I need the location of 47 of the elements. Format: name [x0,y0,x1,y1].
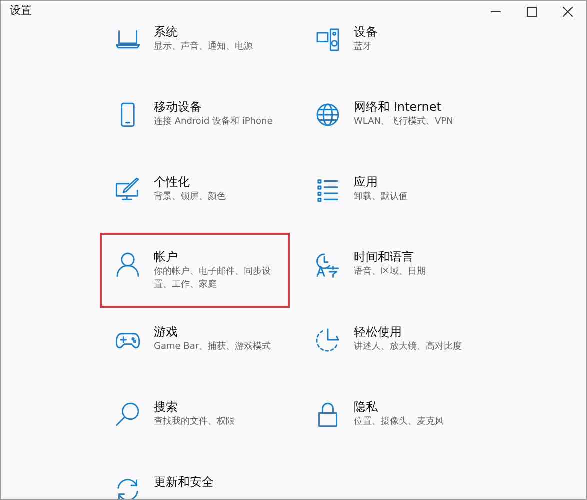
settings-tile[interactable]: 搜索 查找我的文件、权限 [100,393,300,435]
tile-description: 蓝牙 [354,41,373,54]
settings-tile[interactable]: 游戏 Game Bar、捕获、游戏模式 [100,318,300,360]
settings-tile[interactable]: 移动设备 连接 Android 设备和 iPhone [100,93,300,135]
clock-arrow-icon [314,326,342,354]
tile-title: 游戏 [154,324,179,340]
close-icon[interactable] [563,7,573,17]
settings-tile[interactable]: 帐户 你的帐户、电子邮件、同步设置、工作、家庭 [100,233,290,308]
tile-title: 更新和安全 [154,474,214,490]
tile-title: 设备 [354,24,378,40]
settings-tile[interactable]: 隐私 位置、摄像头、麦克风 [300,393,500,435]
tile-description: 显示、声音、通知、电源 [154,41,253,54]
tile-title: 帐户 [154,249,179,265]
settings-tile[interactable]: 时间和语言 语音、区域、日期 [300,243,500,285]
tile-title: 时间和语言 [354,249,415,265]
tile-description: 卸载、默认值 [354,191,408,204]
tile-title: 应用 [354,174,379,190]
settings-tile[interactable]: 网络和 Internet WLAN、飞行模式、VPN [300,93,500,135]
tile-title: 轻松使用 [354,324,403,340]
window-title: 设置 [10,5,32,16]
tile-description: 背景、锁屏、颜色 [154,191,226,204]
tile-description: 连接 Android 设备和 iPhone [154,116,273,129]
keyboard-speaker-icon [314,26,342,54]
tile-description: 讲述人、放大镜、高对比度 [354,341,462,354]
tile-description: WLAN、飞行模式、VPN [354,116,454,129]
tile-title: 系统 [154,24,179,40]
settings-tile[interactable]: 轻松使用 讲述人、放大镜、高对比度 [300,318,500,360]
clock-language-icon [314,251,342,279]
tile-description: 位置、摄像头、麦克风 [354,416,444,429]
settings-tile[interactable]: 个性化 背景、锁屏、颜色 [100,168,300,210]
person-icon [114,251,142,279]
settings-tile[interactable]: 系统 显示、声音、通知、电源 [100,18,300,60]
tile-title: 隐私 [354,399,379,415]
settings-tile[interactable]: 应用 卸载、默认值 [300,168,500,210]
tile-title: 网络和 Internet [354,99,442,115]
tile-title: 搜索 [154,399,179,415]
tile-description: Game Bar、捕获、游戏模式 [154,341,272,354]
search-icon [114,401,142,429]
settings-tile[interactable]: 更新和安全 [100,468,300,500]
tile-description: 你的帐户、电子邮件、同步设置、工作、家庭 [154,266,272,292]
tile-title: 移动设备 [154,99,203,115]
settings-tile[interactable]: 设备 蓝牙 [300,18,500,60]
maximize-icon[interactable] [527,7,537,17]
tile-description: 查找我的文件、权限 [154,416,235,429]
globe-icon [314,101,342,129]
tile-description: 语音、区域、日期 [354,266,426,279]
tile-title: 个性化 [154,174,191,190]
